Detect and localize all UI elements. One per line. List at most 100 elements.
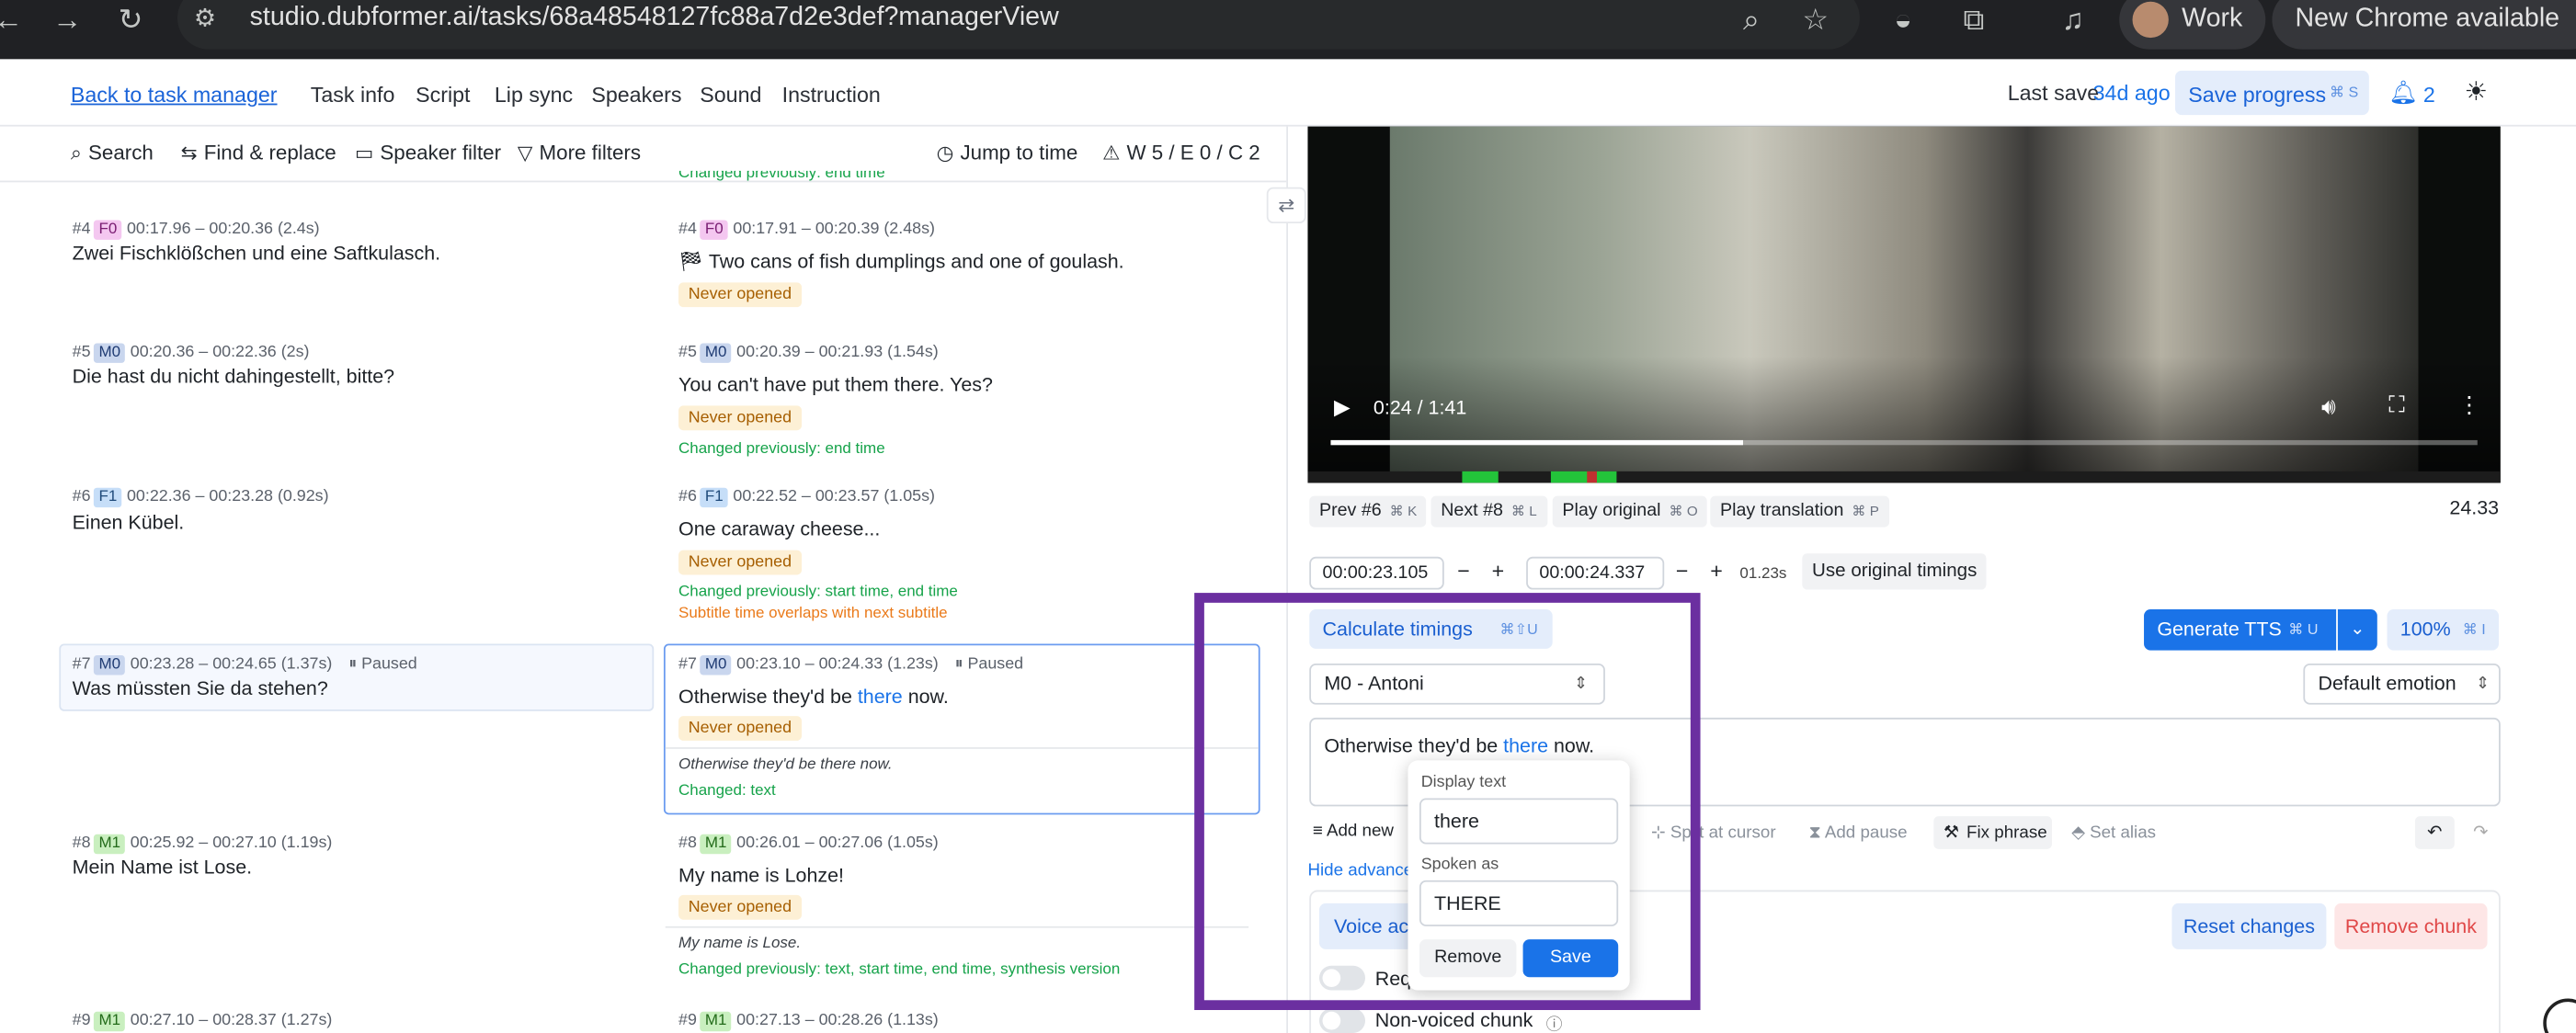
chrome-update-button[interactable]: New Chrome available bbox=[2272, 0, 2576, 50]
reset-changes-button[interactable]: Reset changes bbox=[2171, 902, 2327, 949]
speaker-filter-button[interactable]: ▭ Speaker filter bbox=[355, 142, 501, 165]
redo-icon[interactable]: ↷ bbox=[2461, 816, 2501, 849]
tab-speakers[interactable]: Speakers bbox=[591, 82, 681, 107]
speaker-filter-label: Speaker filter bbox=[380, 141, 502, 165]
zoom-icon[interactable]: ⌕ bbox=[1743, 0, 1760, 40]
next-button[interactable]: Next #8 ⌘ L bbox=[1430, 495, 1547, 528]
start-plus-button[interactable]: + bbox=[1492, 559, 1505, 584]
panel-divider bbox=[1286, 126, 1289, 1033]
list-item[interactable]: #9 M1 00:27.10 – 00:28.37 (1.27s) #9 M1 00:2… bbox=[0, 995, 1286, 1033]
translation-text[interactable]: 🏁︎ Two cans of fish dumplings and one of… bbox=[678, 250, 1124, 273]
translation-meta: #6 F1 00:22.52 – 00:23.57 (1.05s) bbox=[678, 487, 935, 508]
tab-task-info[interactable]: Task info bbox=[311, 82, 395, 107]
video-player[interactable]: ▶ 0:24 / 1:41 🔊︎ ⛶ ⋮ bbox=[1307, 126, 2501, 483]
start-minus-button[interactable]: − bbox=[1457, 559, 1470, 584]
help-icon[interactable] bbox=[2543, 998, 2576, 1033]
translation-text[interactable]: My name is Lohze! bbox=[678, 864, 844, 887]
translation-text[interactable]: You can't have put them there. Yes? bbox=[678, 373, 993, 396]
translation-text[interactable]: One caraway cheese... bbox=[678, 517, 880, 540]
alias-word[interactable]: there bbox=[1503, 734, 1548, 757]
end-time-input[interactable]: 00:00:24.337 bbox=[1526, 556, 1665, 590]
tab-lip-sync[interactable]: Lip sync bbox=[495, 82, 573, 107]
info-icon[interactable]: ⓘ bbox=[1546, 1010, 1563, 1033]
volume-icon[interactable]: 🔊︎ bbox=[2321, 392, 2336, 420]
play-translation-button[interactable]: Play translation ⌘ P bbox=[1710, 495, 1889, 528]
play-icon[interactable]: ▶ bbox=[1334, 394, 1351, 421]
speed-button[interactable]: 100% ⌘ I bbox=[2387, 608, 2500, 651]
row-number: #8 bbox=[72, 834, 91, 853]
remove-alias-button[interactable]: Remove bbox=[1419, 939, 1517, 978]
speaker-tag: M1 bbox=[94, 834, 126, 855]
text-part: Otherwise they'd be bbox=[1324, 733, 1504, 757]
generate-tts-shortcut: ⌘ U bbox=[2288, 620, 2319, 638]
more-filters-button[interactable]: ▽ More filters bbox=[518, 142, 641, 165]
generate-tts-button[interactable]: Generate TTS ⌘ U bbox=[2144, 608, 2337, 651]
tab-sound[interactable]: Sound bbox=[700, 82, 761, 107]
tab-script[interactable]: Script bbox=[416, 82, 470, 107]
site-settings-icon[interactable]: ⚙ bbox=[194, 0, 216, 40]
timeline-strip[interactable] bbox=[1307, 471, 2501, 483]
emotion-select[interactable]: Default emotion ⇕ bbox=[2303, 663, 2501, 705]
warning-icon: ⚠ bbox=[1102, 141, 1121, 165]
overlap-warning: Subtitle time overlaps with next subtitl… bbox=[678, 604, 948, 623]
voice-value: M0 - Antoni bbox=[1324, 671, 1424, 695]
split-at-cursor-button[interactable]: ⊹ Split at cursor bbox=[1651, 823, 1776, 842]
voice-act-button[interactable]: Voice act bbox=[1318, 902, 1419, 949]
request-toggle[interactable] bbox=[1318, 965, 1365, 991]
fullscreen-icon[interactable]: ⛶ bbox=[2388, 391, 2405, 418]
media-control-icon[interactable]: ♫ bbox=[2062, 0, 2084, 40]
use-original-timings-button[interactable]: Use original timings bbox=[1802, 553, 1988, 590]
display-text-input[interactable]: there bbox=[1419, 798, 1619, 845]
remove-chunk-button[interactable]: Remove chunk bbox=[2334, 902, 2488, 949]
play-original-button[interactable]: Play original ⌘ O bbox=[1552, 495, 1708, 528]
more-options-icon[interactable]: ⋮ bbox=[2457, 391, 2480, 418]
row-number: #7 bbox=[72, 655, 91, 674]
alias-word[interactable]: there bbox=[858, 685, 903, 708]
script-list: #4 F0 00:17.96 – 00:20.36 (2.4s) Zwei Fisc… bbox=[0, 184, 1286, 1033]
reload-icon[interactable]: ↻ bbox=[119, 0, 143, 40]
back-to-task-manager-link[interactable]: Back to task manager bbox=[71, 82, 278, 107]
end-plus-button[interactable]: + bbox=[1710, 559, 1723, 584]
seek-bar[interactable] bbox=[1330, 439, 2478, 446]
extension-icon[interactable]: ◒ bbox=[1894, 0, 1911, 40]
end-minus-button[interactable]: − bbox=[1676, 559, 1689, 584]
swap-panels-icon[interactable]: ⇄ bbox=[1266, 187, 1306, 224]
hide-advanced-link[interactable]: Hide advance bbox=[1307, 860, 1413, 880]
list-item[interactable]: #6 F1 00:22.36 – 00:23.28 (0.92s) Einen Kü… bbox=[0, 480, 1286, 644]
list-item[interactable]: #8 M1 00:25.92 – 00:27.10 (1.19s) Mein Nam… bbox=[0, 814, 1286, 995]
calculate-timings-button[interactable]: Calculate timings ⌘⇧U bbox=[1309, 608, 1553, 649]
non-voiced-toggle[interactable] bbox=[1318, 1008, 1365, 1033]
theme-toggle-icon[interactable]: ☀ bbox=[2465, 75, 2489, 108]
list-item[interactable]: #4 F0 00:17.96 – 00:20.36 (2.4s) Zwei Fisc… bbox=[0, 184, 1286, 332]
next-shortcut: ⌘ L bbox=[1510, 502, 1537, 519]
warnings-button[interactable]: ⚠ W 5 / E 0 / C 2 bbox=[1102, 142, 1260, 165]
search-button[interactable]: ⌕ Search bbox=[71, 142, 154, 166]
jump-to-time-button[interactable]: ◷ Jump to time bbox=[937, 142, 1078, 165]
prev-button[interactable]: Prev #6 ⌘ K bbox=[1309, 495, 1427, 528]
voice-select[interactable]: M0 - Antoni ⇕ bbox=[1309, 663, 1605, 705]
original-meta: #5 M0 00:20.36 – 00:22.36 (2s) bbox=[73, 343, 310, 363]
add-new-button[interactable]: ≡ Add new bbox=[1313, 822, 1394, 841]
find-replace-button[interactable]: ⇆ Find & replace bbox=[181, 142, 336, 165]
profile-button[interactable]: Work bbox=[2119, 0, 2266, 50]
save-alias-button[interactable]: Save bbox=[1522, 939, 1619, 978]
start-time-input[interactable]: 00:00:23.105 bbox=[1309, 556, 1444, 590]
url-text[interactable]: studio.dubformer.ai/tasks/68a48548127fc8… bbox=[250, 4, 1059, 33]
spoken-as-input[interactable]: THERE bbox=[1419, 880, 1619, 926]
bookmark-star-icon[interactable]: ☆ bbox=[1802, 0, 1829, 40]
translation-text[interactable]: Otherwise they'd be there now. bbox=[678, 685, 949, 708]
speaker-tag: M1 bbox=[700, 1011, 732, 1032]
tab-instruction[interactable]: Instruction bbox=[782, 82, 881, 107]
chevron-down-icon[interactable]: ⌄ bbox=[2337, 608, 2377, 651]
forward-arrow-icon[interactable]: → bbox=[52, 0, 82, 40]
emotion-value: Default emotion bbox=[2318, 671, 2456, 695]
save-progress-button[interactable]: Save progress ⌘ S bbox=[2174, 70, 2369, 116]
set-alias-button[interactable]: ⬘ Set alias bbox=[2071, 823, 2156, 842]
fix-phrase-button[interactable]: ⚒ Fix phrase bbox=[1933, 816, 2052, 849]
bell-icon[interactable]: 🔔︎ bbox=[2388, 79, 2418, 107]
puzzle-icon[interactable]: ⧉ bbox=[1963, 0, 1984, 40]
undo-icon[interactable]: ↶ bbox=[2414, 816, 2455, 849]
back-arrow-icon[interactable]: ← bbox=[0, 0, 23, 40]
add-pause-button[interactable]: ⧗ Add pause bbox=[1808, 823, 1907, 844]
list-item[interactable]: #5 M0 00:20.36 – 00:22.36 (2s) Die hast du… bbox=[0, 332, 1286, 480]
